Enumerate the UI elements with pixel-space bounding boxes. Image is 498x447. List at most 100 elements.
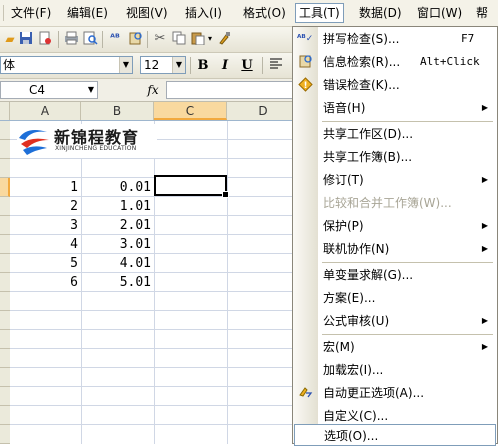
cell-b5[interactable]: 4.01 bbox=[81, 254, 154, 273]
menu-format[interactable]: 格式(O) bbox=[240, 4, 289, 22]
menu-item-add-ins[interactable]: 加载宏(I)... bbox=[293, 359, 497, 381]
menu-insert[interactable]: 插入(I) bbox=[182, 4, 225, 22]
row-header[interactable] bbox=[0, 159, 10, 178]
row-header[interactable] bbox=[0, 197, 10, 216]
italic-button[interactable]: I bbox=[216, 57, 234, 74]
menu-item-spelling[interactable]: ᴬᴮ✓ 拼写检查(S)... F7 bbox=[293, 28, 497, 50]
column-headers: A B C D bbox=[0, 102, 300, 121]
menu-tools[interactable]: 工具(T) bbox=[295, 3, 344, 23]
row-header[interactable] bbox=[0, 121, 10, 140]
print-preview-icon[interactable] bbox=[82, 31, 98, 47]
menu-edit[interactable]: 编辑(E) bbox=[64, 4, 111, 22]
row-header-selected[interactable] bbox=[0, 178, 10, 197]
row-header[interactable] bbox=[0, 140, 10, 159]
font-name-combo[interactable]: 体 ▼ bbox=[0, 56, 133, 74]
menu-item-error-check[interactable]: ! 错误检查(K)... bbox=[293, 74, 497, 96]
grid-line bbox=[227, 121, 228, 444]
copy-icon[interactable] bbox=[171, 31, 187, 47]
permission-icon[interactable] bbox=[37, 31, 53, 47]
paste-dropdown-icon[interactable]: ▾ bbox=[206, 31, 214, 47]
menu-item-formula-auditing[interactable]: 公式审核(U) ▶ bbox=[293, 310, 497, 332]
menu-item-label: 修订(T) bbox=[323, 173, 364, 187]
cell-a4[interactable]: 4 bbox=[10, 235, 81, 254]
company-logo[interactable]: 新锦程教育 XINJINCHENG EDUCATION bbox=[17, 124, 157, 158]
font-size-value: 12 bbox=[144, 58, 160, 72]
cell-b6[interactable]: 5.01 bbox=[81, 273, 154, 292]
row-header[interactable] bbox=[0, 273, 10, 292]
menu-item-label: 宏(M) bbox=[323, 340, 355, 354]
menu-data[interactable]: 数据(D) bbox=[356, 4, 405, 22]
formula-input[interactable] bbox=[166, 81, 300, 99]
formatting-toolbar: 体 ▼ 12 ▼ B I U bbox=[0, 53, 300, 79]
row-header[interactable] bbox=[0, 387, 10, 406]
active-cell-c4[interactable] bbox=[154, 175, 229, 198]
menu-item-research[interactable]: 信息检索(R)... Alt+Click bbox=[293, 51, 497, 73]
row-header[interactable] bbox=[0, 235, 10, 254]
menu-item-label: 共享工作簿(B)... bbox=[323, 150, 413, 164]
cell-b1[interactable]: 0.01 bbox=[81, 178, 154, 197]
row-header[interactable] bbox=[0, 406, 10, 425]
column-header-a[interactable]: A bbox=[10, 102, 81, 120]
row-header[interactable] bbox=[0, 292, 10, 311]
menu-file[interactable]: 文件(F) bbox=[8, 4, 54, 22]
standard-toolbar: ▰ ᴬᴮ ✂ ▾ bbox=[0, 27, 300, 53]
print-icon[interactable] bbox=[63, 31, 79, 47]
paste-icon[interactable] bbox=[190, 31, 206, 47]
select-all-corner[interactable] bbox=[0, 102, 10, 120]
column-header-c[interactable]: C bbox=[154, 102, 227, 120]
menu-item-label: 公式审核(U) bbox=[323, 314, 390, 328]
row-header[interactable] bbox=[0, 216, 10, 235]
row-header[interactable] bbox=[0, 254, 10, 273]
insert-function-button[interactable]: fx bbox=[144, 82, 162, 98]
menu-item-label: 拼写检查(S)... bbox=[323, 32, 400, 46]
logo-subtitle: XINJINCHENG EDUCATION bbox=[55, 145, 137, 152]
menu-view[interactable]: 视图(V) bbox=[123, 4, 171, 22]
menu-item-online-collaboration[interactable]: 联机协作(N) ▶ bbox=[293, 238, 497, 260]
cell-a2[interactable]: 2 bbox=[10, 197, 81, 216]
bold-button[interactable]: B bbox=[194, 57, 212, 74]
save-icon[interactable] bbox=[18, 31, 34, 47]
menu-item-macro[interactable]: 宏(M) ▶ bbox=[293, 336, 497, 358]
chevron-down-icon[interactable]: ▼ bbox=[119, 57, 132, 73]
menu-item-track-changes[interactable]: 修订(T) ▶ bbox=[293, 169, 497, 191]
font-size-combo[interactable]: 12 ▼ bbox=[140, 56, 186, 74]
name-box[interactable]: C4 ▼ bbox=[0, 81, 98, 99]
cell-a6[interactable]: 6 bbox=[10, 273, 81, 292]
menu-item-goal-seek[interactable]: 单变量求解(G)... bbox=[293, 264, 497, 286]
column-header-d[interactable]: D bbox=[227, 102, 300, 120]
cell-b3[interactable]: 2.01 bbox=[81, 216, 154, 235]
row-header[interactable] bbox=[0, 425, 10, 444]
menu-item-autocorrect[interactable]: 自动更正选项(A)... bbox=[293, 382, 497, 404]
row-header[interactable] bbox=[0, 349, 10, 368]
spelling-icon[interactable]: ᴬᴮ bbox=[107, 31, 123, 47]
cell-b2[interactable]: 1.01 bbox=[81, 197, 154, 216]
cell-a3[interactable]: 3 bbox=[10, 216, 81, 235]
research-icon[interactable] bbox=[127, 31, 143, 47]
cut-icon[interactable]: ✂ bbox=[152, 31, 168, 47]
menu-item-scenarios[interactable]: 方案(E)... bbox=[293, 287, 497, 309]
menu-item-speech[interactable]: 语音(H) ▶ bbox=[293, 97, 497, 119]
row-header[interactable] bbox=[0, 311, 10, 330]
menu-item-shared-workspace[interactable]: 共享工作区(D)... bbox=[293, 123, 497, 145]
menu-help[interactable]: 帮 bbox=[473, 4, 491, 22]
chevron-down-icon[interactable]: ▼ bbox=[172, 57, 185, 73]
cell-b4[interactable]: 3.01 bbox=[81, 235, 154, 254]
row-header[interactable] bbox=[0, 368, 10, 387]
menu-item-options[interactable]: 选项(O)... bbox=[294, 424, 496, 446]
open-folder-icon[interactable]: ▰ bbox=[2, 31, 18, 47]
cell-a1[interactable]: 1 bbox=[10, 178, 81, 197]
cell-a5[interactable]: 5 bbox=[10, 254, 81, 273]
menu-window[interactable]: 窗口(W) bbox=[414, 4, 465, 22]
chevron-down-icon[interactable]: ▼ bbox=[85, 82, 97, 98]
format-painter-icon[interactable] bbox=[216, 31, 232, 47]
column-header-b[interactable]: B bbox=[81, 102, 154, 120]
row-header[interactable] bbox=[0, 330, 10, 349]
tools-menu: ᴬᴮ✓ 拼写检查(S)... F7 信息检索(R)... Alt+Click !… bbox=[292, 26, 498, 446]
menu-item-protection[interactable]: 保护(P) ▶ bbox=[293, 215, 497, 237]
grid-line bbox=[10, 310, 300, 311]
menu-item-label: 加载宏(I)... bbox=[323, 363, 384, 377]
menu-bar: 文件(F) 编辑(E) 视图(V) 插入(I) 格式(O) 工具(T) 数据(D… bbox=[0, 0, 498, 27]
underline-button[interactable]: U bbox=[238, 57, 256, 74]
align-left-icon[interactable] bbox=[268, 57, 284, 73]
menu-item-share-workbook[interactable]: 共享工作簿(B)... bbox=[293, 146, 497, 168]
